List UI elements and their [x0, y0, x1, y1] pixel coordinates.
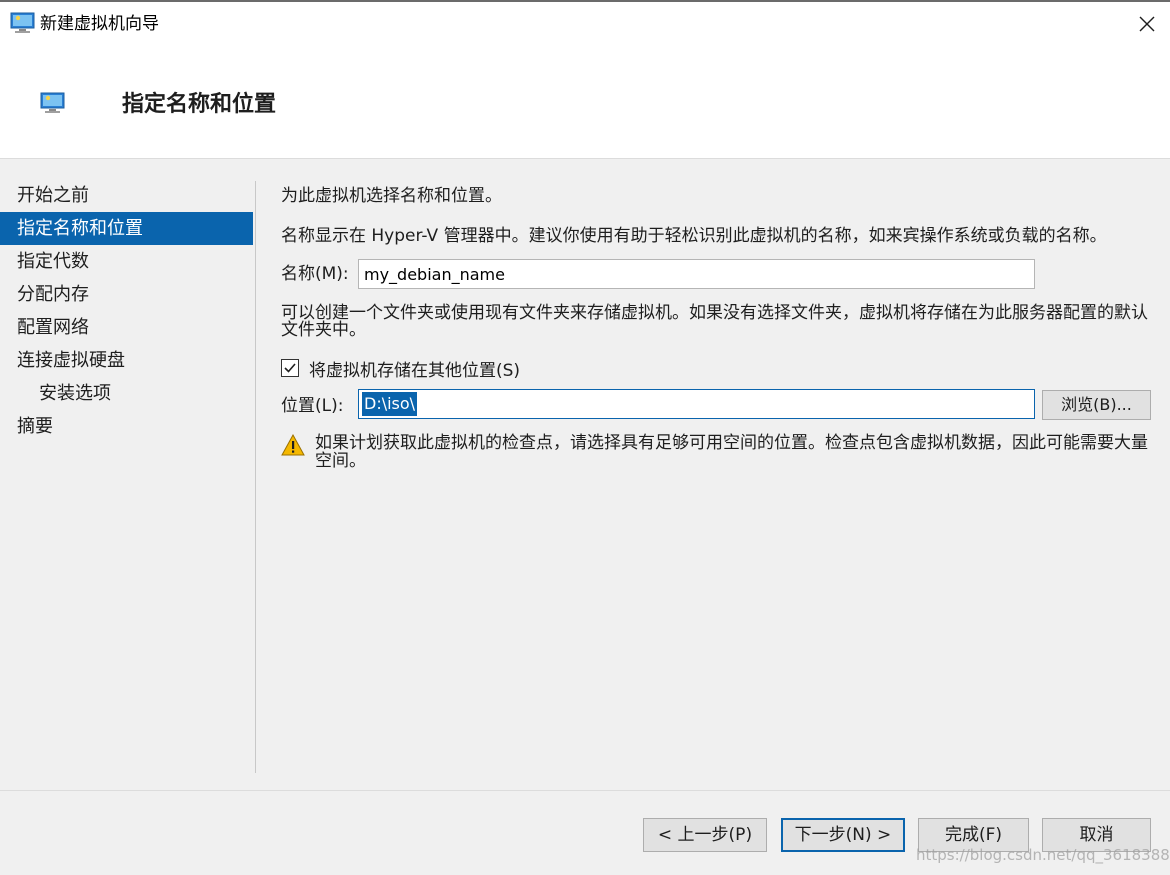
- wizard-footer: < 上一步(P) 下一步(N) > 完成(F) 取消 https://blog.…: [0, 790, 1170, 875]
- warning-icon: [281, 434, 305, 456]
- nav-item-networking[interactable]: 配置网络: [0, 311, 253, 344]
- title-bar: 新建虚拟机向导: [0, 0, 1170, 48]
- wizard-header: 指定名称和位置: [0, 48, 1170, 158]
- watermark: https://blog.csdn.net/qq_36183881: [916, 846, 1170, 864]
- nav-item-summary[interactable]: 摘要: [0, 410, 253, 443]
- virtual-machine-icon: [40, 92, 65, 113]
- close-button[interactable]: [1124, 2, 1170, 46]
- name-description: 名称显示在 Hyper-V 管理器中。建议你使用有助于轻松识别此虚拟机的名称，如…: [281, 226, 1107, 246]
- window-title: 新建虚拟机向导: [40, 14, 159, 34]
- nav-item-generation[interactable]: 指定代数: [0, 245, 253, 278]
- checkmark-icon: [284, 363, 296, 373]
- nav-divider: [255, 181, 256, 773]
- location-input[interactable]: D:\iso\: [358, 389, 1035, 419]
- checkpoint-warning: 如果计划获取此虚拟机的检查点，请选择具有足够可用空间的位置。检查点包含虚拟机数据…: [315, 433, 1148, 471]
- name-label: 名称(M):: [281, 264, 349, 284]
- nav-item-virtual-disk[interactable]: 连接虚拟硬盘: [0, 344, 253, 377]
- wizard-step-nav: 开始之前 指定名称和位置 指定代数 分配内存 配置网络 连接虚拟硬盘 安装选项 …: [0, 179, 253, 443]
- store-elsewhere-label: 将虚拟机存储在其他位置(S): [309, 360, 521, 381]
- nav-item-name-and-location[interactable]: 指定名称和位置: [0, 212, 253, 245]
- location-label: 位置(L):: [281, 396, 344, 416]
- browse-button[interactable]: 浏览(B)...: [1042, 390, 1151, 420]
- nav-item-memory[interactable]: 分配内存: [0, 278, 253, 311]
- checkbox-box[interactable]: [281, 359, 299, 377]
- previous-button[interactable]: < 上一步(P): [643, 818, 767, 852]
- store-elsewhere-checkbox[interactable]: 将虚拟机存储在其他位置(S): [281, 357, 521, 381]
- nav-item-before-you-begin[interactable]: 开始之前: [0, 179, 253, 212]
- location-value: D:\iso\: [362, 392, 418, 416]
- close-icon: [1139, 16, 1155, 32]
- location-description: 可以创建一个文件夹或使用现有文件夹来存储虚拟机。如果没有选择文件夹，虚拟机将存储…: [281, 303, 1148, 340]
- name-input[interactable]: [358, 259, 1035, 289]
- virtual-machine-icon: [10, 12, 35, 33]
- window-top-border: [0, 0, 1170, 2]
- page-title: 指定名称和位置: [122, 92, 277, 117]
- nav-item-install-options[interactable]: 安装选项: [0, 377, 253, 410]
- wizard-body: 开始之前 指定名称和位置 指定代数 分配内存 配置网络 连接虚拟硬盘 安装选项 …: [0, 158, 1170, 790]
- next-button[interactable]: 下一步(N) >: [781, 818, 905, 852]
- intro-text: 为此虚拟机选择名称和位置。: [281, 186, 502, 206]
